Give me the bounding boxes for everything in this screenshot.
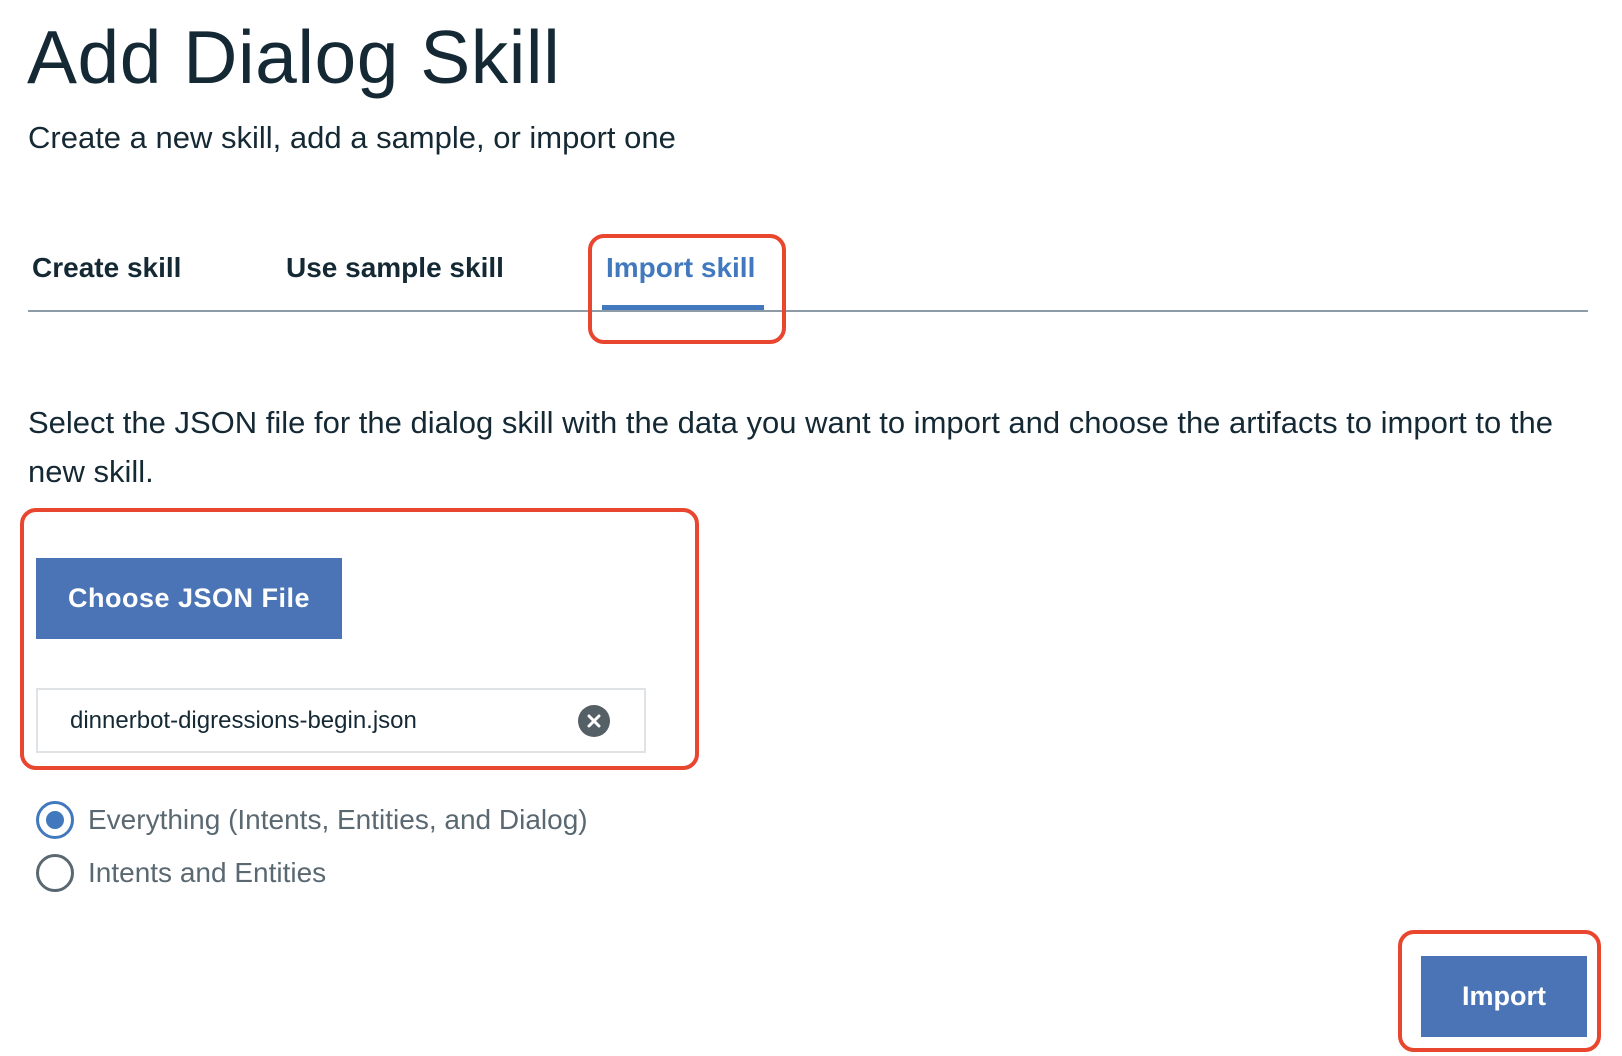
add-dialog-skill-page: Add Dialog Skill Create a new skill, add… xyxy=(0,0,1622,1056)
page-subtitle: Create a new skill, add a sample, or imp… xyxy=(28,120,676,155)
radio-dot xyxy=(46,811,64,829)
highlight-file-chooser xyxy=(20,508,699,770)
option-everything-label: Everything (Intents, Entities, and Dialo… xyxy=(88,804,588,835)
page-title: Add Dialog Skill xyxy=(27,15,561,99)
tab-use-sample-skill[interactable]: Use sample skill xyxy=(286,252,504,284)
radio-button-unchecked[interactable] xyxy=(36,854,74,892)
import-description: Select the JSON file for the dialog skil… xyxy=(28,405,1553,489)
tab-bar-divider xyxy=(28,310,1588,312)
highlight-import-tab xyxy=(588,234,786,344)
tab-create-skill[interactable]: Create skill xyxy=(32,252,181,284)
option-intents-entities-label: Intents and Entities xyxy=(88,857,327,888)
option-intents-entities[interactable]: Intents and Entities xyxy=(36,854,326,892)
highlight-import-button xyxy=(1398,930,1601,1052)
option-everything[interactable]: Everything (Intents, Entities, and Dialo… xyxy=(36,801,588,839)
radio-button-checked[interactable] xyxy=(36,801,74,839)
